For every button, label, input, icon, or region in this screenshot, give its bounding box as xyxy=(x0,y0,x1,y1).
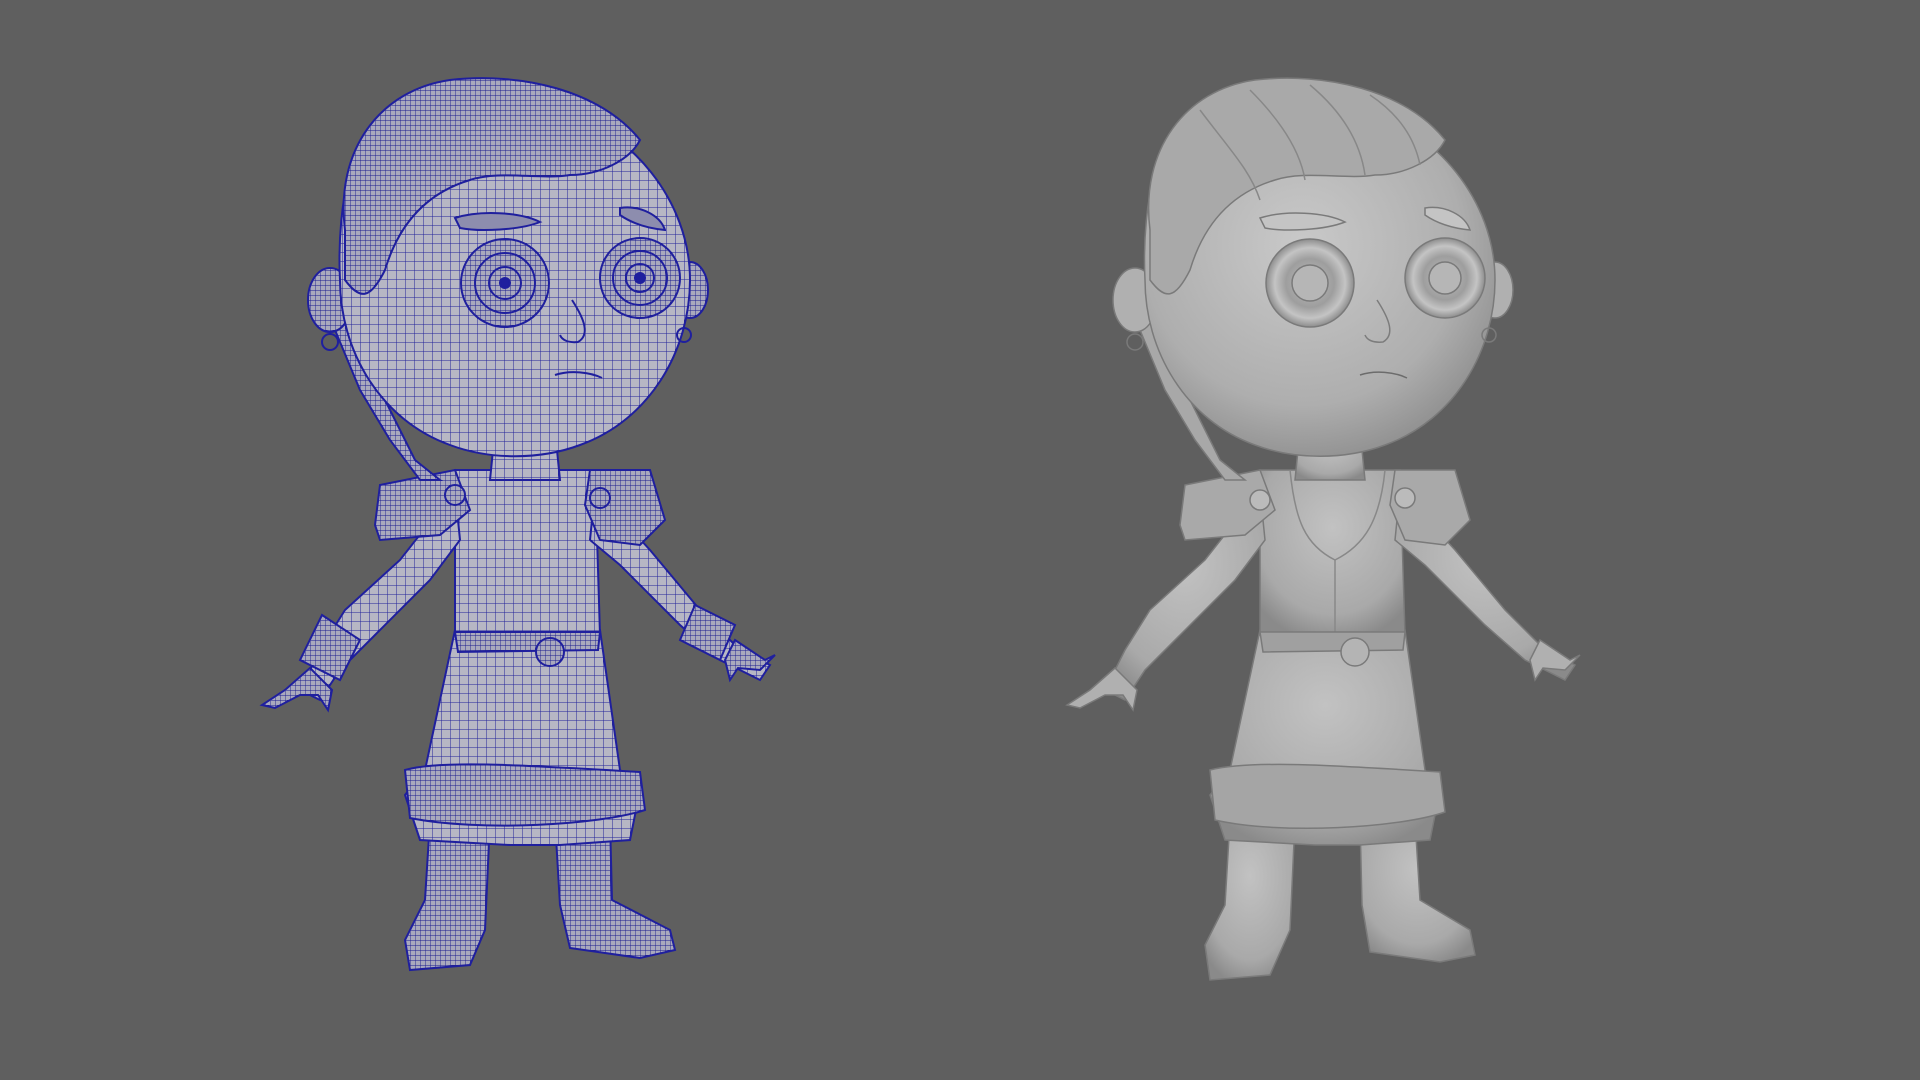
wireframe-character-model[interactable] xyxy=(0,0,960,1080)
3d-viewport[interactable] xyxy=(0,0,1920,1080)
shaded-character-model[interactable] xyxy=(960,0,1920,1080)
